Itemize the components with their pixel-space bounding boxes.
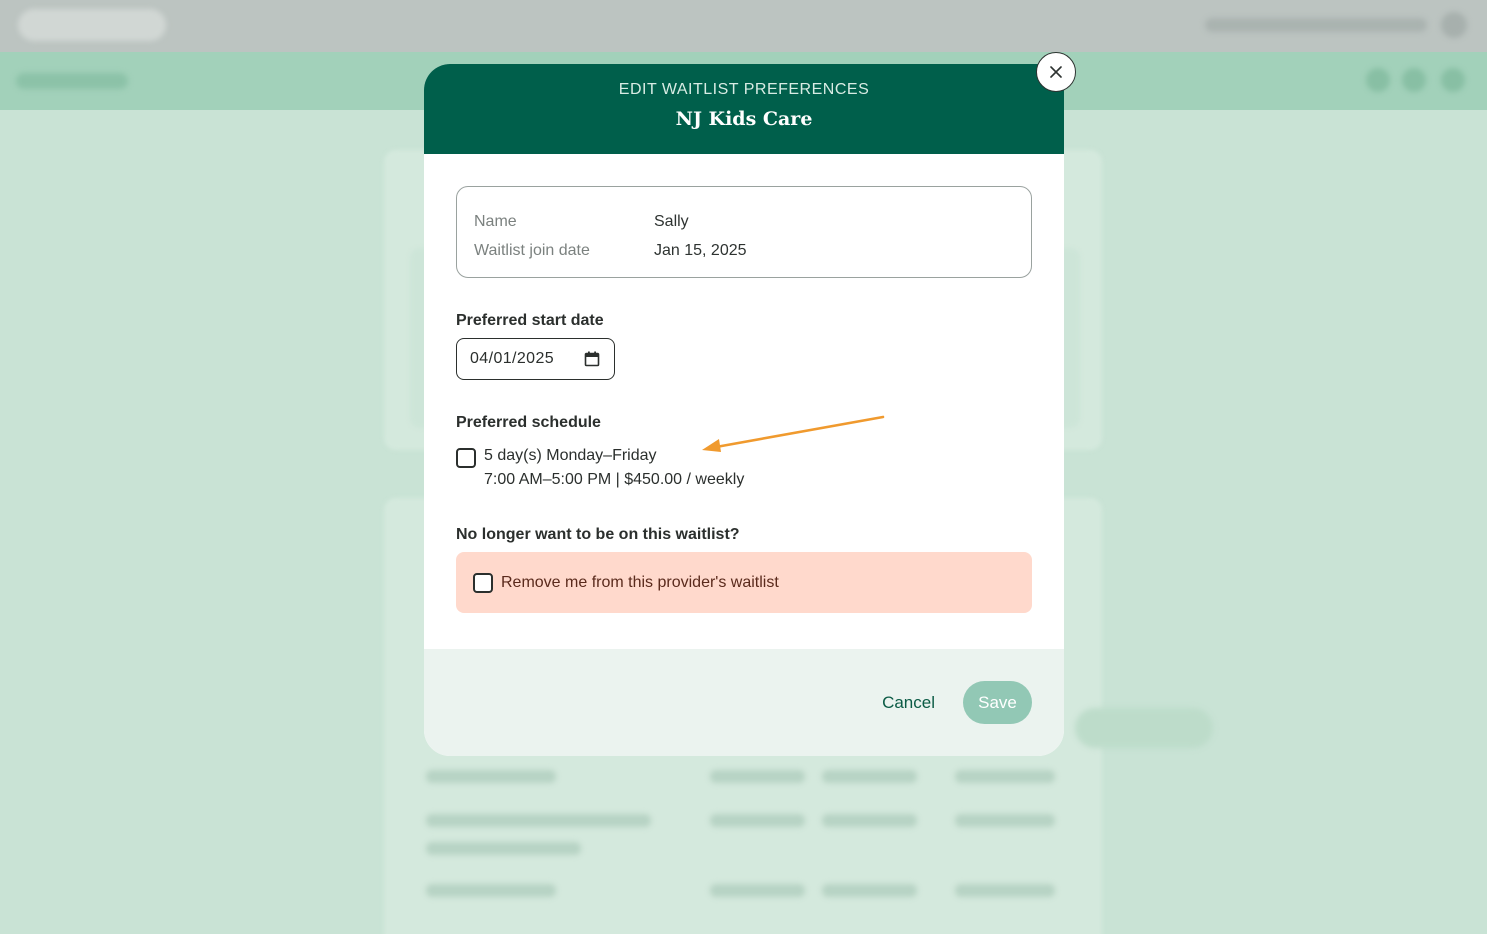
background-topbar-link: [1205, 18, 1427, 32]
background-row: [955, 770, 1055, 783]
start-date-label: Preferred start date: [456, 312, 604, 329]
background-nav-text: [16, 73, 128, 89]
background-row: [710, 814, 805, 827]
name-label: Name: [474, 213, 517, 230]
schedule-checkbox[interactable]: [456, 448, 476, 468]
cancel-button[interactable]: Cancel: [882, 693, 935, 713]
info-row-join-date: Waitlist join date Jan 15, 2025: [474, 236, 1014, 265]
modal-body: Name Sally Waitlist join date Jan 15, 20…: [424, 154, 1064, 613]
background-nav-icon: [1402, 68, 1426, 92]
modal-header: EDIT WAITLIST PREFERENCES NJ Kids Care: [424, 64, 1064, 154]
background-nav-icon: [1366, 68, 1390, 92]
save-button[interactable]: Save: [963, 681, 1032, 724]
background-row: [955, 814, 1055, 827]
background-nav-icon: [1441, 68, 1465, 92]
background-pill: [1075, 708, 1213, 748]
background-row: [426, 842, 581, 855]
modal-eyebrow: EDIT WAITLIST PREFERENCES: [618, 81, 870, 98]
background-row: [955, 884, 1055, 897]
remove-label: Remove me from this provider's waitlist: [501, 573, 779, 591]
close-button[interactable]: [1036, 52, 1076, 92]
schedule-hours-price: 7:00 AM–5:00 PM | $450.00 / weekly: [484, 471, 745, 488]
remove-question: No longer want to be on this waitlist?: [456, 526, 740, 543]
calendar-icon[interactable]: [584, 351, 600, 367]
join-date-value: Jan 15, 2025: [654, 242, 747, 259]
background-avatar: [1441, 12, 1467, 38]
background-row: [426, 884, 556, 897]
close-icon: [1050, 66, 1062, 78]
background-row: [822, 814, 917, 827]
background-row: [426, 814, 651, 827]
background-row: [822, 884, 917, 897]
modal-title: NJ Kids Care: [675, 108, 813, 130]
modal-footer: Cancel Save: [424, 649, 1064, 756]
background-logo: [18, 9, 166, 41]
annotation-arrow-icon: [702, 415, 885, 452]
background-row: [822, 770, 917, 783]
join-date-label: Waitlist join date: [474, 242, 590, 259]
remove-option[interactable]: Remove me from this provider's waitlist: [456, 552, 1032, 613]
info-row-name: Name Sally: [474, 207, 1014, 236]
remove-checkbox[interactable]: [473, 572, 493, 593]
name-value: Sally: [654, 213, 689, 230]
background-row: [426, 770, 556, 783]
child-info-box: Name Sally Waitlist join date Jan 15, 20…: [456, 186, 1032, 278]
start-date-input[interactable]: 04/01/2025: [456, 338, 615, 380]
background-row: [710, 884, 805, 897]
background-row: [710, 770, 805, 783]
start-date-value: 04/01/2025: [470, 350, 555, 367]
